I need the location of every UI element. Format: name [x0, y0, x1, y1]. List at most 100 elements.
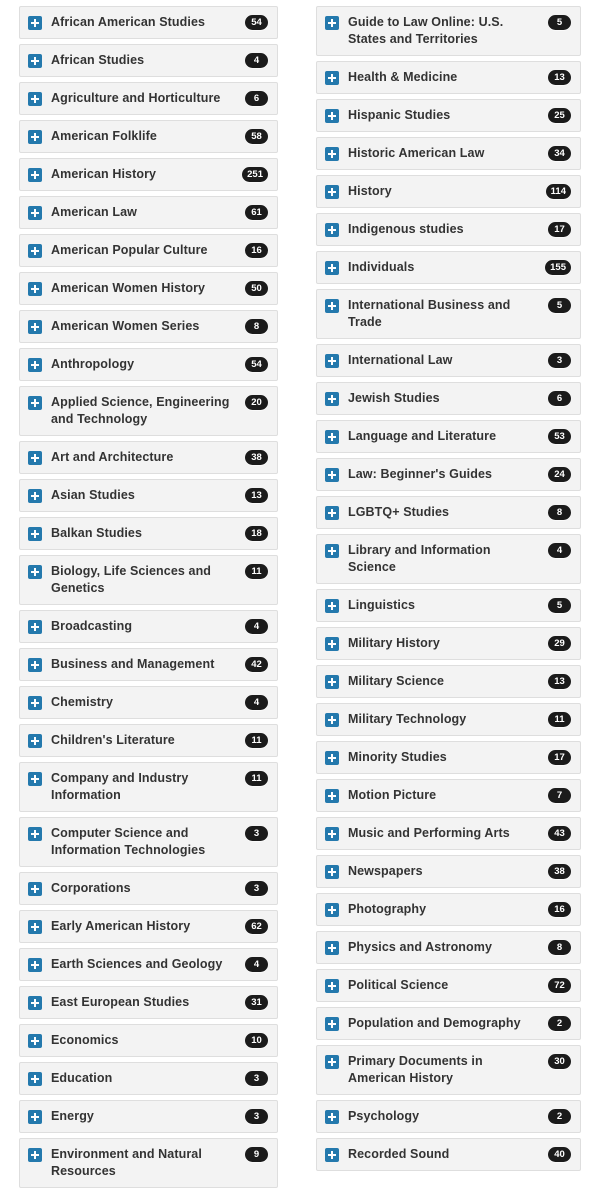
plus-square-icon[interactable]: [28, 16, 42, 30]
plus-square-icon[interactable]: [28, 282, 42, 296]
plus-square-icon[interactable]: [325, 1017, 339, 1031]
plus-square-icon[interactable]: [28, 54, 42, 68]
subject-row[interactable]: History 114: [316, 175, 581, 208]
plus-square-icon[interactable]: [28, 996, 42, 1010]
subject-row[interactable]: Business and Management 42: [19, 648, 278, 681]
subject-row[interactable]: Indigenous studies 17: [316, 213, 581, 246]
subject-row[interactable]: Environment and Natural Resources 9: [19, 1138, 278, 1188]
plus-square-icon[interactable]: [325, 261, 339, 275]
plus-square-icon[interactable]: [28, 358, 42, 372]
plus-square-icon[interactable]: [28, 620, 42, 634]
subject-row[interactable]: American Popular Culture 16: [19, 234, 278, 267]
subject-row[interactable]: Company and Industry Information 11: [19, 762, 278, 812]
plus-square-icon[interactable]: [325, 354, 339, 368]
plus-square-icon[interactable]: [325, 637, 339, 651]
plus-square-icon[interactable]: [325, 599, 339, 613]
plus-square-icon[interactable]: [325, 713, 339, 727]
subject-row[interactable]: Military History 29: [316, 627, 581, 660]
plus-square-icon[interactable]: [325, 185, 339, 199]
subject-row[interactable]: American Women History 50: [19, 272, 278, 305]
plus-square-icon[interactable]: [28, 734, 42, 748]
plus-square-icon[interactable]: [28, 772, 42, 786]
plus-square-icon[interactable]: [28, 958, 42, 972]
plus-square-icon[interactable]: [325, 751, 339, 765]
subject-row[interactable]: Corporations 3: [19, 872, 278, 905]
plus-square-icon[interactable]: [325, 1148, 339, 1162]
subject-row[interactable]: Psychology 2: [316, 1100, 581, 1133]
subject-row[interactable]: Jewish Studies 6: [316, 382, 581, 415]
subject-row[interactable]: American Law 61: [19, 196, 278, 229]
subject-row[interactable]: Biology, Life Sciences and Genetics 11: [19, 555, 278, 605]
plus-square-icon[interactable]: [325, 506, 339, 520]
plus-square-icon[interactable]: [325, 223, 339, 237]
subject-row[interactable]: American Folklife 58: [19, 120, 278, 153]
plus-square-icon[interactable]: [28, 1148, 42, 1162]
subject-row[interactable]: Motion Picture 7: [316, 779, 581, 812]
plus-square-icon[interactable]: [325, 827, 339, 841]
subject-row[interactable]: Language and Literature 53: [316, 420, 581, 453]
subject-row[interactable]: Minority Studies 17: [316, 741, 581, 774]
subject-row[interactable]: African American Studies 54: [19, 6, 278, 39]
subject-row[interactable]: American History 251: [19, 158, 278, 191]
subject-row[interactable]: Applied Science, Engineering and Technol…: [19, 386, 278, 436]
plus-square-icon[interactable]: [325, 430, 339, 444]
subject-row[interactable]: Historic American Law 34: [316, 137, 581, 170]
plus-square-icon[interactable]: [28, 1034, 42, 1048]
plus-square-icon[interactable]: [28, 1110, 42, 1124]
subject-row[interactable]: Primary Documents in American History 30: [316, 1045, 581, 1095]
subject-row[interactable]: Music and Performing Arts 43: [316, 817, 581, 850]
plus-square-icon[interactable]: [28, 882, 42, 896]
subject-row[interactable]: Early American History 62: [19, 910, 278, 943]
subject-row[interactable]: Health & Medicine 13: [316, 61, 581, 94]
plus-square-icon[interactable]: [325, 299, 339, 313]
plus-square-icon[interactable]: [28, 1072, 42, 1086]
plus-square-icon[interactable]: [28, 92, 42, 106]
plus-square-icon[interactable]: [325, 392, 339, 406]
subject-row[interactable]: Political Science 72: [316, 969, 581, 1002]
plus-square-icon[interactable]: [28, 920, 42, 934]
subject-row[interactable]: Chemistry 4: [19, 686, 278, 719]
plus-square-icon[interactable]: [28, 489, 42, 503]
subject-row[interactable]: Individuals 155: [316, 251, 581, 284]
plus-square-icon[interactable]: [28, 244, 42, 258]
plus-square-icon[interactable]: [325, 903, 339, 917]
subject-row[interactable]: Earth Sciences and Geology 4: [19, 948, 278, 981]
plus-square-icon[interactable]: [325, 109, 339, 123]
subject-row[interactable]: Linguistics 5: [316, 589, 581, 622]
subject-row[interactable]: Guide to Law Online: U.S. States and Ter…: [316, 6, 581, 56]
plus-square-icon[interactable]: [325, 468, 339, 482]
subject-row[interactable]: Art and Architecture 38: [19, 441, 278, 474]
subject-row[interactable]: Balkan Studies 18: [19, 517, 278, 550]
plus-square-icon[interactable]: [325, 147, 339, 161]
plus-square-icon[interactable]: [28, 658, 42, 672]
subject-row[interactable]: Economics 10: [19, 1024, 278, 1057]
subject-row[interactable]: International Law 3: [316, 344, 581, 377]
plus-square-icon[interactable]: [28, 527, 42, 541]
plus-square-icon[interactable]: [28, 451, 42, 465]
plus-square-icon[interactable]: [325, 1055, 339, 1069]
subject-row[interactable]: LGBTQ+ Studies 8: [316, 496, 581, 529]
plus-square-icon[interactable]: [28, 206, 42, 220]
subject-row[interactable]: Library and Information Science 4: [316, 534, 581, 584]
subject-row[interactable]: Population and Demography 2: [316, 1007, 581, 1040]
subject-row[interactable]: Military Science 13: [316, 665, 581, 698]
subject-row[interactable]: Recorded Sound 40: [316, 1138, 581, 1171]
plus-square-icon[interactable]: [28, 320, 42, 334]
plus-square-icon[interactable]: [28, 696, 42, 710]
plus-square-icon[interactable]: [325, 675, 339, 689]
plus-square-icon[interactable]: [325, 789, 339, 803]
plus-square-icon[interactable]: [325, 71, 339, 85]
subject-row[interactable]: Education 3: [19, 1062, 278, 1095]
plus-square-icon[interactable]: [325, 979, 339, 993]
subject-row[interactable]: African Studies 4: [19, 44, 278, 77]
subject-row[interactable]: Computer Science and Information Technol…: [19, 817, 278, 867]
subject-row[interactable]: Military Technology 11: [316, 703, 581, 736]
plus-square-icon[interactable]: [28, 565, 42, 579]
subject-row[interactable]: Photography 16: [316, 893, 581, 926]
plus-square-icon[interactable]: [28, 168, 42, 182]
subject-row[interactable]: Anthropology 54: [19, 348, 278, 381]
plus-square-icon[interactable]: [28, 130, 42, 144]
subject-row[interactable]: Asian Studies 13: [19, 479, 278, 512]
subject-row[interactable]: East European Studies 31: [19, 986, 278, 1019]
plus-square-icon[interactable]: [325, 16, 339, 30]
